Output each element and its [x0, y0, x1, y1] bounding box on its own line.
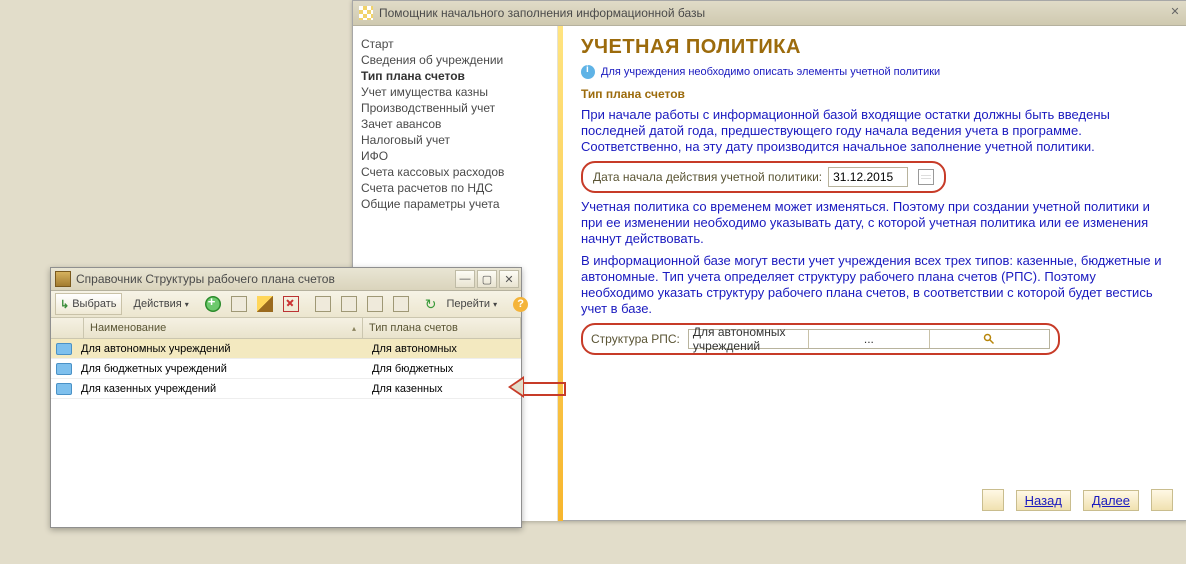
- pointer-arrow-icon: [508, 376, 562, 398]
- nav-item-treasury[interactable]: Учет имущества казны: [361, 84, 549, 100]
- nav-item-cash[interactable]: Счета кассовых расходов: [361, 164, 549, 180]
- catalog-body: Для автономных учреждений Для автономных…: [51, 339, 521, 399]
- rps-value: Для автономных учреждений: [689, 325, 808, 353]
- wizard-title: Помощник начального заполнения информаци…: [379, 6, 705, 20]
- calendar-icon[interactable]: [918, 169, 934, 185]
- nav-item-org[interactable]: Сведения об учреждении: [361, 52, 549, 68]
- row-icon: [56, 363, 72, 375]
- nav-item-general[interactable]: Общие параметры учета: [361, 196, 549, 212]
- wizard-icon: [359, 6, 373, 20]
- page-heading: УЧЕТНАЯ ПОЛИТИКА: [581, 36, 1169, 59]
- paragraph-1: При начале работы с информационной базой…: [581, 107, 1169, 155]
- row-name: Для бюджетных учреждений: [77, 359, 368, 378]
- catalog-toolbar: ↳ Выбрать Действия▾ ↻ Перейти▾ ?: [51, 291, 521, 318]
- catalog-titlebar[interactable]: Справочник Структуры рабочего плана счет…: [51, 268, 521, 291]
- nav-item-ifo[interactable]: ИФО: [361, 148, 549, 164]
- table-row[interactable]: Для автономных учреждений Для автономных: [51, 339, 521, 359]
- nav-item-production[interactable]: Производственный учет: [361, 100, 549, 116]
- filter-button[interactable]: [311, 294, 335, 314]
- row-name: Для казенных учреждений: [77, 379, 368, 398]
- rps-choose-button[interactable]: ...: [808, 330, 928, 348]
- row-icon: [56, 383, 72, 395]
- catalog-header: Наименование▴ Тип плана счетов: [51, 318, 521, 339]
- nav-item-advances[interactable]: Зачет авансов: [361, 116, 549, 132]
- minimize-icon[interactable]: —: [455, 270, 475, 288]
- copy-button[interactable]: [227, 294, 251, 314]
- catalog-window: Справочник Структуры рабочего плана счет…: [50, 267, 522, 528]
- wizard-content: УЧЕТНАЯ ПОЛИТИКА Для учреждения необходи…: [563, 26, 1186, 521]
- policy-date-input[interactable]: 31.12.2015: [828, 167, 908, 187]
- nav-item-plan-type[interactable]: Тип плана счетов: [361, 68, 549, 84]
- nav-item-vat[interactable]: Счета расчетов по НДС: [361, 180, 549, 196]
- wizard-titlebar[interactable]: Помощник начального заполнения информаци…: [353, 1, 1186, 26]
- add-button[interactable]: [201, 294, 225, 314]
- row-icon: [56, 343, 72, 355]
- column-type[interactable]: Тип плана счетов: [363, 318, 521, 338]
- goto-menu[interactable]: Перейти▾: [442, 294, 501, 314]
- paragraph-2: Учетная политика со временем может измен…: [581, 199, 1169, 247]
- actions-menu[interactable]: Действия▾: [130, 294, 193, 314]
- clear-button[interactable]: [389, 294, 413, 314]
- nav-item-tax[interactable]: Налоговый учет: [361, 132, 549, 148]
- edit-button[interactable]: [253, 294, 277, 314]
- close-icon[interactable]: ✕: [1167, 5, 1183, 21]
- rps-input[interactable]: Для автономных учреждений ...: [688, 329, 1050, 349]
- next-button[interactable]: Далее: [1083, 490, 1139, 511]
- row-type: Для бюджетных: [368, 359, 521, 378]
- refresh-button[interactable]: ↻: [421, 294, 441, 314]
- sort-button[interactable]: [337, 294, 361, 314]
- table-row[interactable]: Для бюджетных учреждений Для бюджетных: [51, 359, 521, 379]
- maximize-icon[interactable]: ▢: [477, 270, 497, 288]
- next-arrow-button[interactable]: [1151, 489, 1173, 511]
- close-icon[interactable]: ✕: [499, 270, 519, 288]
- back-arrow-button[interactable]: [982, 489, 1004, 511]
- paragraph-3: В информационной базе могут вести учет у…: [581, 253, 1169, 317]
- catalog-title: Справочник Структуры рабочего плана счет…: [76, 272, 335, 286]
- row-type: Для казенных: [368, 379, 521, 398]
- delete-button[interactable]: [279, 294, 303, 314]
- policy-date-label: Дата начала действия учетной политики:: [593, 170, 822, 184]
- help-button[interactable]: ?: [509, 294, 532, 314]
- policy-date-highlight: Дата начала действия учетной политики: 3…: [581, 161, 946, 193]
- section-title: Тип плана счетов: [581, 87, 1169, 101]
- rps-label: Структура РПС:: [591, 332, 680, 346]
- row-type: Для автономных: [368, 339, 521, 358]
- select-button[interactable]: ↳ Выбрать: [55, 293, 122, 315]
- info-icon: [581, 65, 595, 79]
- catalog-icon: [55, 271, 71, 287]
- hint-text: Для учреждения необходимо описать элемен…: [601, 66, 940, 78]
- row-name: Для автономных учреждений: [77, 339, 368, 358]
- back-button[interactable]: Назад: [1016, 490, 1071, 511]
- rps-highlight: Структура РПС: Для автономных учреждений…: [581, 323, 1060, 355]
- table-row[interactable]: Для казенных учреждений Для казенных: [51, 379, 521, 399]
- search-icon[interactable]: [929, 330, 1049, 348]
- nav-item-start[interactable]: Старт: [361, 36, 549, 52]
- settings-button[interactable]: [363, 294, 387, 314]
- column-name[interactable]: Наименование▴: [84, 318, 363, 338]
